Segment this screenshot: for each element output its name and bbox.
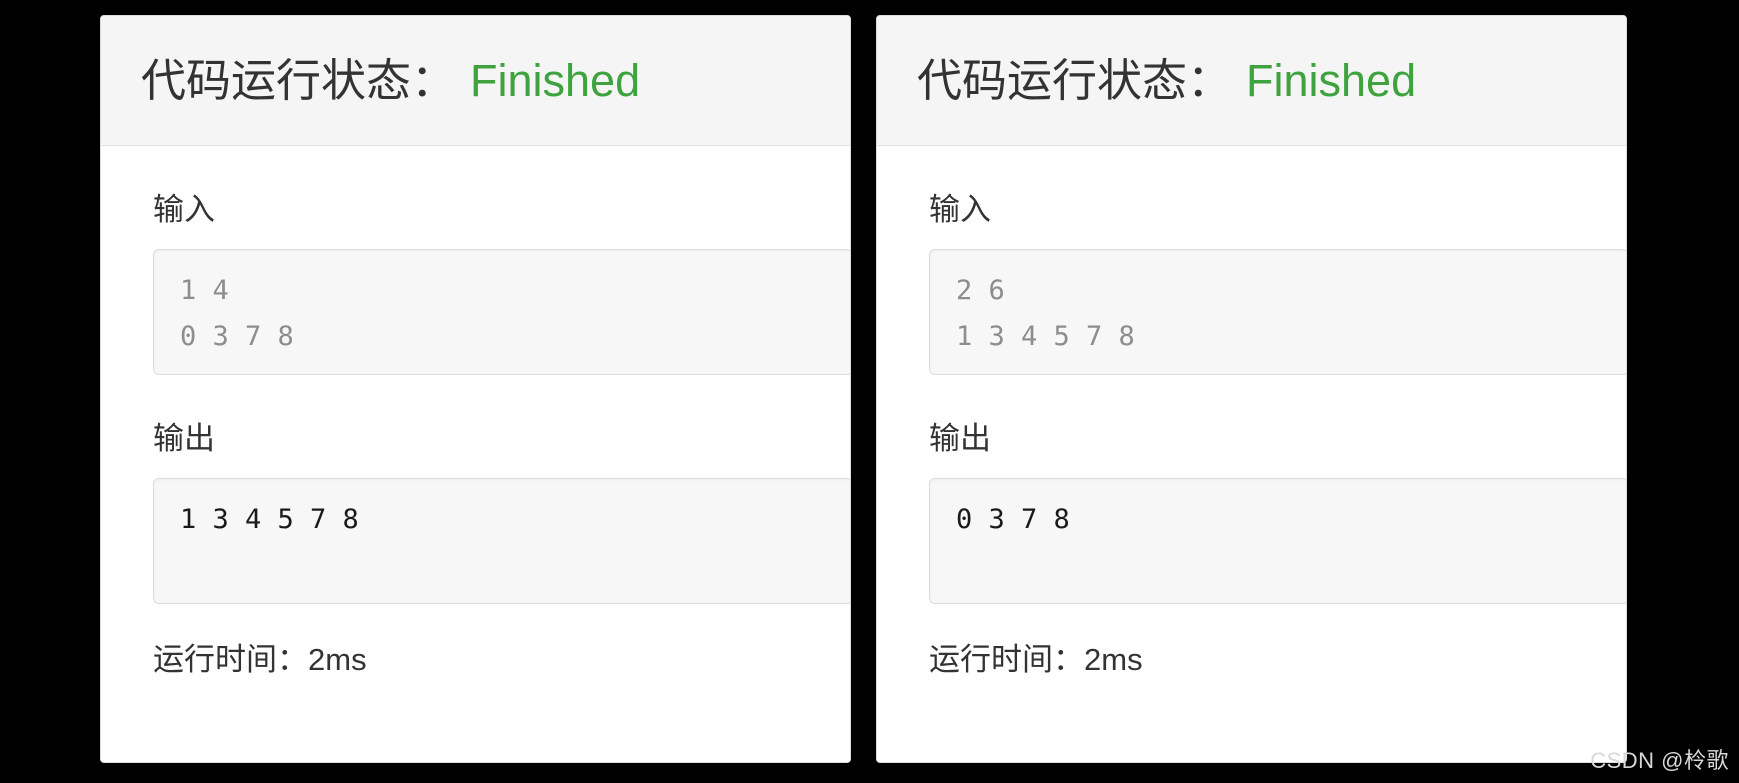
output-textarea-right[interactable]: 0 3 7 8 (929, 478, 1626, 604)
spacer-right (929, 375, 1626, 423)
input-label-left: 输入 (153, 192, 215, 227)
input-label-right: 输入 (929, 192, 991, 227)
panel-header-left: 代码运行状态： Finished (101, 16, 850, 146)
runtime-text-left: 运行时间：2ms (153, 642, 367, 677)
output-textarea-left[interactable]: 1 3 4 5 7 8 (153, 478, 850, 604)
run-result-panel-left: 代码运行状态： Finished 输入 1 4 0 3 7 8 输出 1 3 4… (100, 15, 851, 763)
spacer-left (153, 375, 850, 423)
panel-header-right: 代码运行状态： Finished (877, 16, 1626, 146)
run-status-value-left: Finished (470, 55, 641, 106)
input-textarea-left[interactable]: 1 4 0 3 7 8 (153, 249, 850, 375)
screenshot-stage: 代码运行状态： Finished 输入 1 4 0 3 7 8 输出 1 3 4… (0, 0, 1739, 783)
panel-body-right: 输入 2 6 1 3 4 5 7 8 输出 0 3 7 8 运行时间：2ms (877, 146, 1626, 675)
run-status-title-left: 代码运行状态： (141, 55, 457, 106)
run-result-panel-right: 代码运行状态： Finished 输入 2 6 1 3 4 5 7 8 输出 0… (876, 15, 1627, 763)
run-status-value-right: Finished (1246, 55, 1417, 106)
panel-body-left: 输入 1 4 0 3 7 8 输出 1 3 4 5 7 8 运行时间：2ms (101, 146, 850, 675)
output-label-right: 输出 (929, 421, 991, 456)
input-textarea-right[interactable]: 2 6 1 3 4 5 7 8 (929, 249, 1626, 375)
output-label-left: 输出 (153, 421, 215, 456)
runtime-text-right: 运行时间：2ms (929, 642, 1143, 677)
run-status-title-right: 代码运行状态： (917, 55, 1233, 106)
